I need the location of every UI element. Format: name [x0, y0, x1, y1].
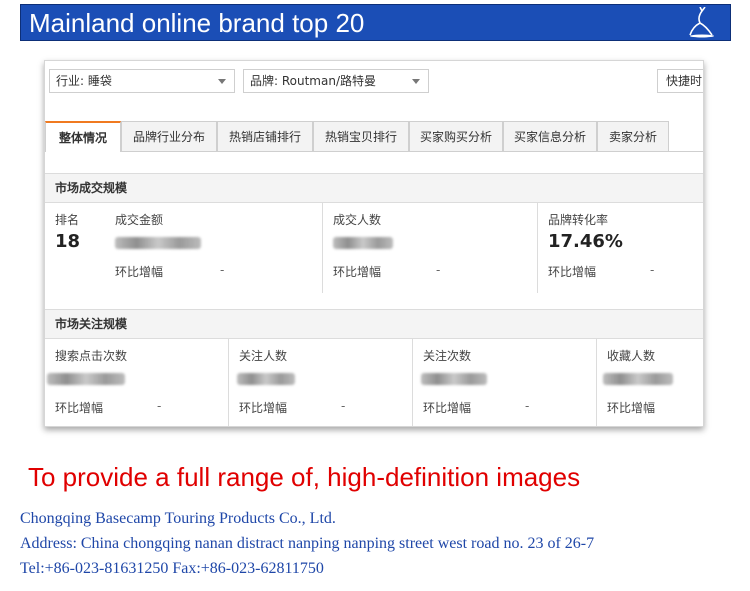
tab-seller[interactable]: 卖家分析: [597, 121, 669, 151]
blurred-value: [115, 237, 201, 249]
metric-label: 成交人数: [333, 213, 382, 227]
metric-label: 收藏人数: [607, 349, 656, 363]
tab-buyer-info[interactable]: 买家信息分析: [503, 121, 597, 151]
brand-select[interactable]: 品牌: Routman/路特曼: [243, 69, 429, 93]
promo-headline: To provide a full range of, high-definit…: [28, 462, 581, 492]
market-scale-section: 市场成交规模 排名 18 成交金额 环比增幅 - 成交人数 环比增幅 - 品牌转…: [45, 173, 703, 293]
chevron-down-icon: [412, 79, 420, 84]
blurred-value: [47, 373, 125, 385]
attention-scale-section: 市场关注规模 搜索点击次数 环比增幅 - 关注人数 环比增幅 - 关注次数 环比…: [45, 309, 703, 426]
metric-change: -: [341, 399, 346, 413]
tab-overview[interactable]: 整体情况: [45, 121, 121, 152]
blurred-value: [603, 373, 673, 385]
metric-cell: 收藏人数 环比增幅: [597, 339, 703, 426]
rank-value: 18: [55, 231, 81, 252]
deer-logo-icon: [689, 7, 714, 38]
banner-title: Mainland online brand top 20: [29, 8, 365, 38]
company-address: Address: China chongqing nanan distract …: [20, 535, 595, 552]
blurred-value: [237, 373, 295, 385]
tab-buyer-purchase[interactable]: 买家购买分析: [409, 121, 503, 151]
conversion-rate-value: 17.46%: [548, 231, 623, 252]
section-title: 市场成交规模: [45, 173, 703, 203]
section-title: 市场关注规模: [45, 309, 703, 339]
title-banner: Mainland online brand top 20: [20, 4, 731, 41]
analytics-panel: 行业: 睡袋 品牌: Routman/路特曼 快捷时 整体情况 品牌行业分布 热…: [44, 60, 704, 427]
metric-foot: 环比增幅: [239, 401, 288, 415]
metric-label: 品牌转化率: [548, 213, 609, 227]
metric-foot: 环比增幅: [333, 265, 382, 279]
metric-cell: 成交金额 环比增幅 -: [105, 203, 323, 293]
market-scale-row: 排名 18 成交金额 环比增幅 - 成交人数 环比增幅 - 品牌转化率 17.4…: [45, 203, 703, 293]
metric-label: 关注次数: [423, 349, 472, 363]
attention-scale-row: 搜索点击次数 环比增幅 - 关注人数 环比增幅 - 关注次数 环比增幅 - 收藏…: [45, 339, 703, 426]
metric-foot: 环比增幅: [115, 265, 164, 279]
filter-bar: 行业: 睡袋 品牌: Routman/路特曼 快捷时: [45, 61, 703, 101]
metric-foot: 环比增幅: [607, 401, 656, 415]
metric-cell: 关注人数 环比增幅 -: [229, 339, 413, 426]
metric-cell: 关注次数 环比增幅 -: [413, 339, 597, 426]
metric-label: 成交金额: [115, 213, 164, 227]
company-contact: Tel:+86-023-81631250 Fax:+86-023-6281175…: [20, 560, 324, 577]
rank-cell: 排名 18: [45, 203, 105, 293]
tab-brand-industry[interactable]: 品牌行业分布: [121, 121, 217, 151]
metric-cell: 品牌转化率 17.46% 环比增幅 -: [538, 203, 703, 293]
rank-label: 排名: [55, 213, 80, 227]
metric-foot: 环比增幅: [548, 265, 597, 279]
blurred-value: [333, 237, 393, 249]
tab-hot-items[interactable]: 热销宝贝排行: [313, 121, 409, 151]
blurred-value: [421, 373, 487, 385]
tab-hot-shops[interactable]: 热销店铺排行: [217, 121, 313, 151]
industry-select-value: 行业: 睡袋: [56, 74, 112, 88]
company-name: Chongqing Basecamp Touring Products Co.,…: [20, 510, 336, 527]
quick-time-button[interactable]: 快捷时: [657, 69, 703, 93]
brand-select-value: 品牌: Routman/路特曼: [250, 74, 377, 88]
metric-foot: 环比增幅: [423, 401, 472, 415]
metric-change: -: [436, 263, 441, 277]
metric-cell: 成交人数 环比增幅 -: [323, 203, 538, 293]
metric-change: -: [220, 263, 225, 277]
metric-cell: 搜索点击次数 环比增幅 -: [45, 339, 229, 426]
metric-label: 搜索点击次数: [55, 349, 128, 363]
tab-bar: 整体情况 品牌行业分布 热销店铺排行 热销宝贝排行 买家购买分析 买家信息分析 …: [45, 119, 703, 152]
metric-change: -: [650, 263, 655, 277]
metric-label: 关注人数: [239, 349, 288, 363]
industry-select[interactable]: 行业: 睡袋: [49, 69, 235, 93]
metric-change: -: [525, 399, 530, 413]
metric-change: -: [157, 399, 162, 413]
metric-foot: 环比增幅: [55, 401, 104, 415]
chevron-down-icon: [218, 79, 226, 84]
